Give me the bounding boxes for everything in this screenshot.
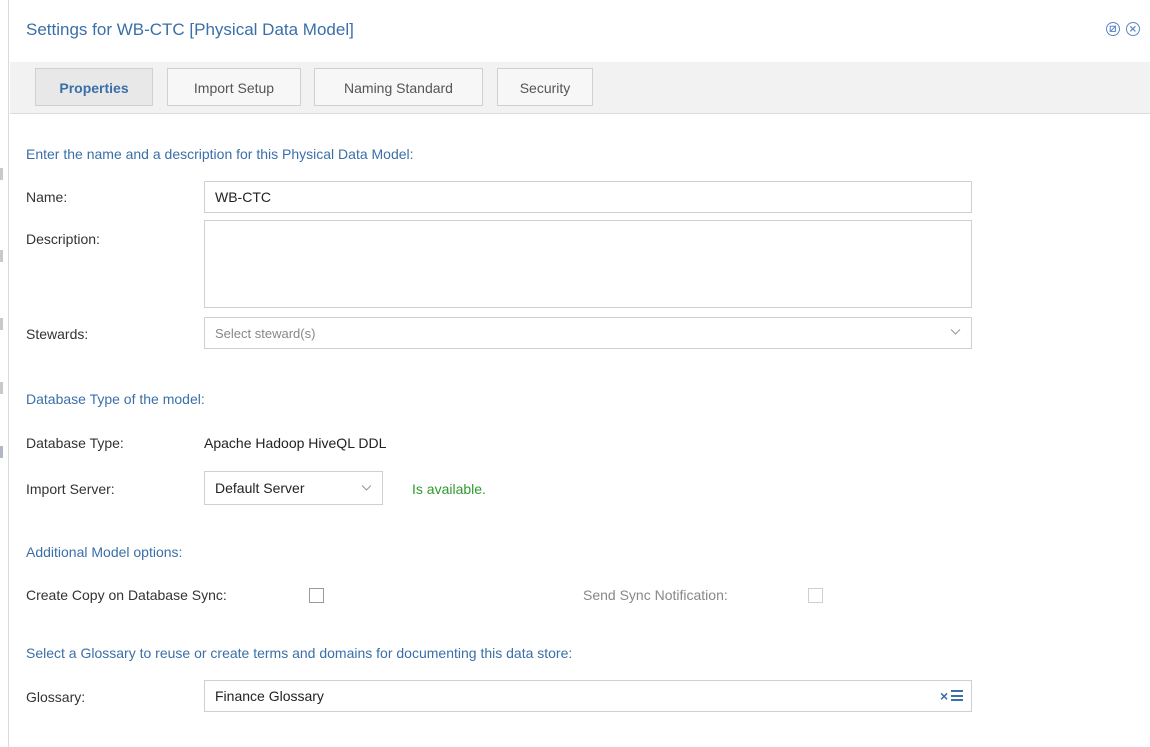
database-heading: Database Type of the model: bbox=[26, 391, 205, 407]
name-label: Name: bbox=[26, 189, 68, 205]
create-copy-label: Create Copy on Database Sync: bbox=[26, 587, 227, 603]
tab-naming-standard[interactable]: Naming Standard bbox=[314, 68, 483, 106]
dialog-titlebar: Settings for WB-CTC [Physical Data Model… bbox=[10, 0, 1150, 62]
import-server-label: Import Server: bbox=[26, 481, 115, 497]
glossary-field[interactable]: Finance Glossary × bbox=[204, 680, 972, 712]
glossary-label: Glossary: bbox=[26, 689, 86, 705]
tab-security[interactable]: Security bbox=[497, 68, 593, 106]
properties-heading: Enter the name and a description for thi… bbox=[26, 146, 414, 162]
clear-icon[interactable]: × bbox=[940, 689, 948, 703]
additional-options-heading: Additional Model options: bbox=[26, 544, 183, 560]
edge-mark bbox=[0, 446, 3, 458]
settings-dialog: Settings for WB-CTC [Physical Data Model… bbox=[10, 0, 1150, 747]
import-server-select[interactable]: Default Server bbox=[204, 471, 383, 505]
close-icon[interactable] bbox=[1126, 22, 1140, 36]
chevron-down-icon bbox=[361, 485, 372, 491]
database-type-value: Apache Hadoop HiveQL DDL bbox=[204, 435, 387, 451]
database-type-label: Database Type: bbox=[26, 435, 124, 451]
dialog-title: Settings for WB-CTC [Physical Data Model… bbox=[26, 20, 354, 39]
description-label: Description: bbox=[26, 231, 100, 247]
list-icon[interactable] bbox=[951, 690, 963, 704]
background-page-edge bbox=[0, 0, 10, 747]
name-input[interactable]: WB-CTC bbox=[204, 181, 972, 213]
tab-properties[interactable]: Properties bbox=[35, 68, 153, 106]
chevron-down-icon bbox=[950, 329, 961, 335]
tab-import-setup[interactable]: Import Setup bbox=[167, 68, 301, 106]
edge-mark bbox=[0, 168, 3, 180]
create-copy-checkbox[interactable] bbox=[309, 588, 324, 603]
glossary-value: Finance Glossary bbox=[215, 688, 324, 704]
description-textarea[interactable] bbox=[204, 220, 972, 308]
tab-bar: Properties Import Setup Naming Standard … bbox=[10, 62, 1150, 114]
import-server-value: Default Server bbox=[215, 480, 305, 496]
restore-icon[interactable] bbox=[1106, 22, 1120, 36]
send-sync-checkbox[interactable] bbox=[808, 588, 823, 603]
edge-mark bbox=[0, 250, 3, 262]
server-status: Is available. bbox=[412, 481, 486, 497]
send-sync-label: Send Sync Notification: bbox=[583, 587, 728, 603]
stewards-label: Stewards: bbox=[26, 326, 89, 342]
stewards-placeholder: Select steward(s) bbox=[215, 326, 316, 341]
stewards-select[interactable]: Select steward(s) bbox=[204, 317, 972, 349]
edge-mark bbox=[0, 382, 3, 394]
edge-mark bbox=[0, 318, 3, 330]
edge-divider bbox=[8, 0, 9, 747]
glossary-heading: Select a Glossary to reuse or create ter… bbox=[26, 645, 573, 661]
